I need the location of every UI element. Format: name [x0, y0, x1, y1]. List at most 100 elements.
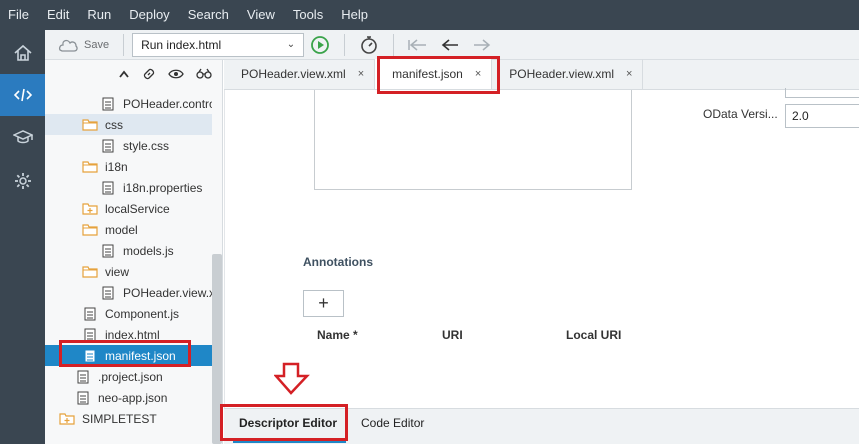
left-rail [0, 30, 45, 444]
arrow-right-icon [474, 38, 491, 51]
column-header-local-uri: Local URI [566, 328, 622, 342]
navigate-first-button[interactable] [406, 33, 430, 57]
folder-icon [82, 118, 98, 132]
development-button[interactable] [0, 74, 45, 116]
menu-search[interactable]: Search [179, 0, 238, 30]
tree-item[interactable]: SIMPLETEST [45, 408, 212, 429]
settings-panel-box [314, 90, 632, 190]
tree-item[interactable]: index.html [45, 324, 212, 345]
home-icon [13, 44, 32, 61]
odata-version-label: OData Versi... [703, 107, 778, 121]
folder-icon [82, 265, 98, 279]
tab-manifest-json[interactable]: manifest.json × [375, 59, 493, 89]
tab-descriptor-editor[interactable]: Descriptor Editor [233, 409, 346, 443]
menu-bar: File Edit Run Deploy Search View Tools H… [0, 0, 859, 30]
file-icon [100, 97, 116, 111]
run-button[interactable] [308, 33, 332, 57]
menu-tools[interactable]: Tools [284, 0, 332, 30]
run-config-select[interactable]: Run index.html ⌄ [132, 32, 305, 57]
tree-item-label: neo-app.json [98, 390, 168, 405]
add-annotation-button[interactable]: + [303, 290, 344, 317]
close-icon[interactable]: × [626, 68, 632, 80]
arrow-left-icon [441, 38, 459, 51]
tab-label: manifest.json [392, 67, 463, 81]
tab-code-editor[interactable]: Code Editor [352, 409, 438, 443]
eye-icon[interactable] [168, 68, 184, 83]
tree-item[interactable]: css [45, 114, 212, 135]
down-arrow-icon [274, 362, 310, 395]
column-header-uri: URI [442, 328, 463, 342]
editor-tabs: POHeader.view.xml × manifest.json × POHe… [224, 59, 859, 90]
file-icon [100, 181, 116, 195]
close-icon[interactable]: × [358, 68, 364, 80]
tree-item[interactable]: Component.js [45, 303, 212, 324]
project-folder-icon [59, 412, 75, 426]
chevron-down-icon: ⌄ [286, 39, 296, 50]
column-header-name: Name * [317, 328, 358, 342]
close-icon[interactable]: × [475, 68, 481, 80]
toolbar-divider [393, 33, 395, 56]
menu-view[interactable]: View [238, 0, 284, 30]
file-icon [100, 139, 116, 153]
toolbar: Save Run index.html ⌄ [45, 30, 859, 60]
tree-item[interactable]: i18n [45, 156, 212, 177]
tab-poheader-view-2[interactable]: POHeader.view.xml × [492, 59, 644, 89]
file-icon [100, 244, 116, 258]
tree-item[interactable]: localService [45, 198, 212, 219]
file-icon [75, 391, 91, 405]
tree-item[interactable]: models.js [45, 240, 212, 261]
menu-file[interactable]: File [0, 0, 38, 30]
settings-button[interactable] [0, 160, 45, 202]
odata-version-input[interactable]: 2.0 [785, 104, 859, 128]
tab-poheader-view-1[interactable]: POHeader.view.xml × [224, 59, 376, 89]
tree-item-label: manifest.json [105, 348, 176, 363]
timer-button[interactable] [357, 33, 381, 57]
code-icon [13, 88, 32, 102]
tree-item-label: Component.js [105, 306, 180, 321]
tree-item[interactable]: model [45, 219, 212, 240]
folder-icon [82, 223, 98, 237]
tree-item[interactable]: style.css [45, 135, 212, 156]
menu-run[interactable]: Run [78, 0, 120, 30]
tree-item[interactable]: i18n.properties [45, 177, 212, 198]
learning-button[interactable] [0, 116, 45, 158]
menu-help[interactable]: Help [332, 0, 377, 30]
tab-label: POHeader.view.xml [241, 67, 346, 81]
navigate-forward-button[interactable] [470, 33, 494, 57]
tree-item[interactable]: .project.json [45, 366, 212, 387]
home-button[interactable] [0, 32, 45, 74]
cloud-icon [58, 39, 78, 52]
input-field[interactable] [785, 88, 859, 98]
graduation-cap-icon [12, 130, 33, 144]
tree-item[interactable]: POHeader.view.x [45, 282, 212, 303]
tree-scrollbar[interactable] [212, 254, 222, 444]
save-label: Save [84, 38, 110, 51]
tree-toolbar [45, 60, 222, 90]
tree-item[interactable]: manifest.json [45, 345, 212, 366]
file-icon [75, 370, 91, 384]
collapse-icon[interactable] [118, 68, 130, 82]
navigate-back-button[interactable] [438, 33, 462, 57]
editor-mode-tabs: Descriptor Editor Code Editor [224, 408, 859, 444]
menu-edit[interactable]: Edit [38, 0, 78, 30]
link-icon[interactable] [142, 67, 156, 84]
tree-item[interactable]: neo-app.json [45, 387, 212, 408]
arrow-left-bar-icon [408, 38, 427, 51]
menu-deploy[interactable]: Deploy [120, 0, 178, 30]
save-button[interactable]: Save [57, 38, 109, 52]
tree-item-label: i18n [105, 159, 128, 174]
run-config-value: Run index.html [141, 37, 222, 52]
tree-item-label: view [105, 264, 130, 279]
file-icon [100, 286, 116, 300]
tree-item-label: model [105, 222, 138, 237]
tree-item-label: POHeader.view.x [123, 285, 212, 300]
tree-item[interactable]: POHeader.contro [45, 93, 212, 114]
annotations-title: Annotations [303, 255, 373, 269]
tree-item-label: index.html [105, 327, 160, 342]
file-icon [82, 307, 98, 321]
stopwatch-icon [361, 35, 377, 54]
binoculars-icon[interactable] [196, 68, 212, 83]
tree-item-label: localService [105, 201, 170, 216]
descriptor-editor-area: OData Versi... 2.0 Annotations + Name * … [224, 88, 859, 408]
tree-item[interactable]: view [45, 261, 212, 282]
